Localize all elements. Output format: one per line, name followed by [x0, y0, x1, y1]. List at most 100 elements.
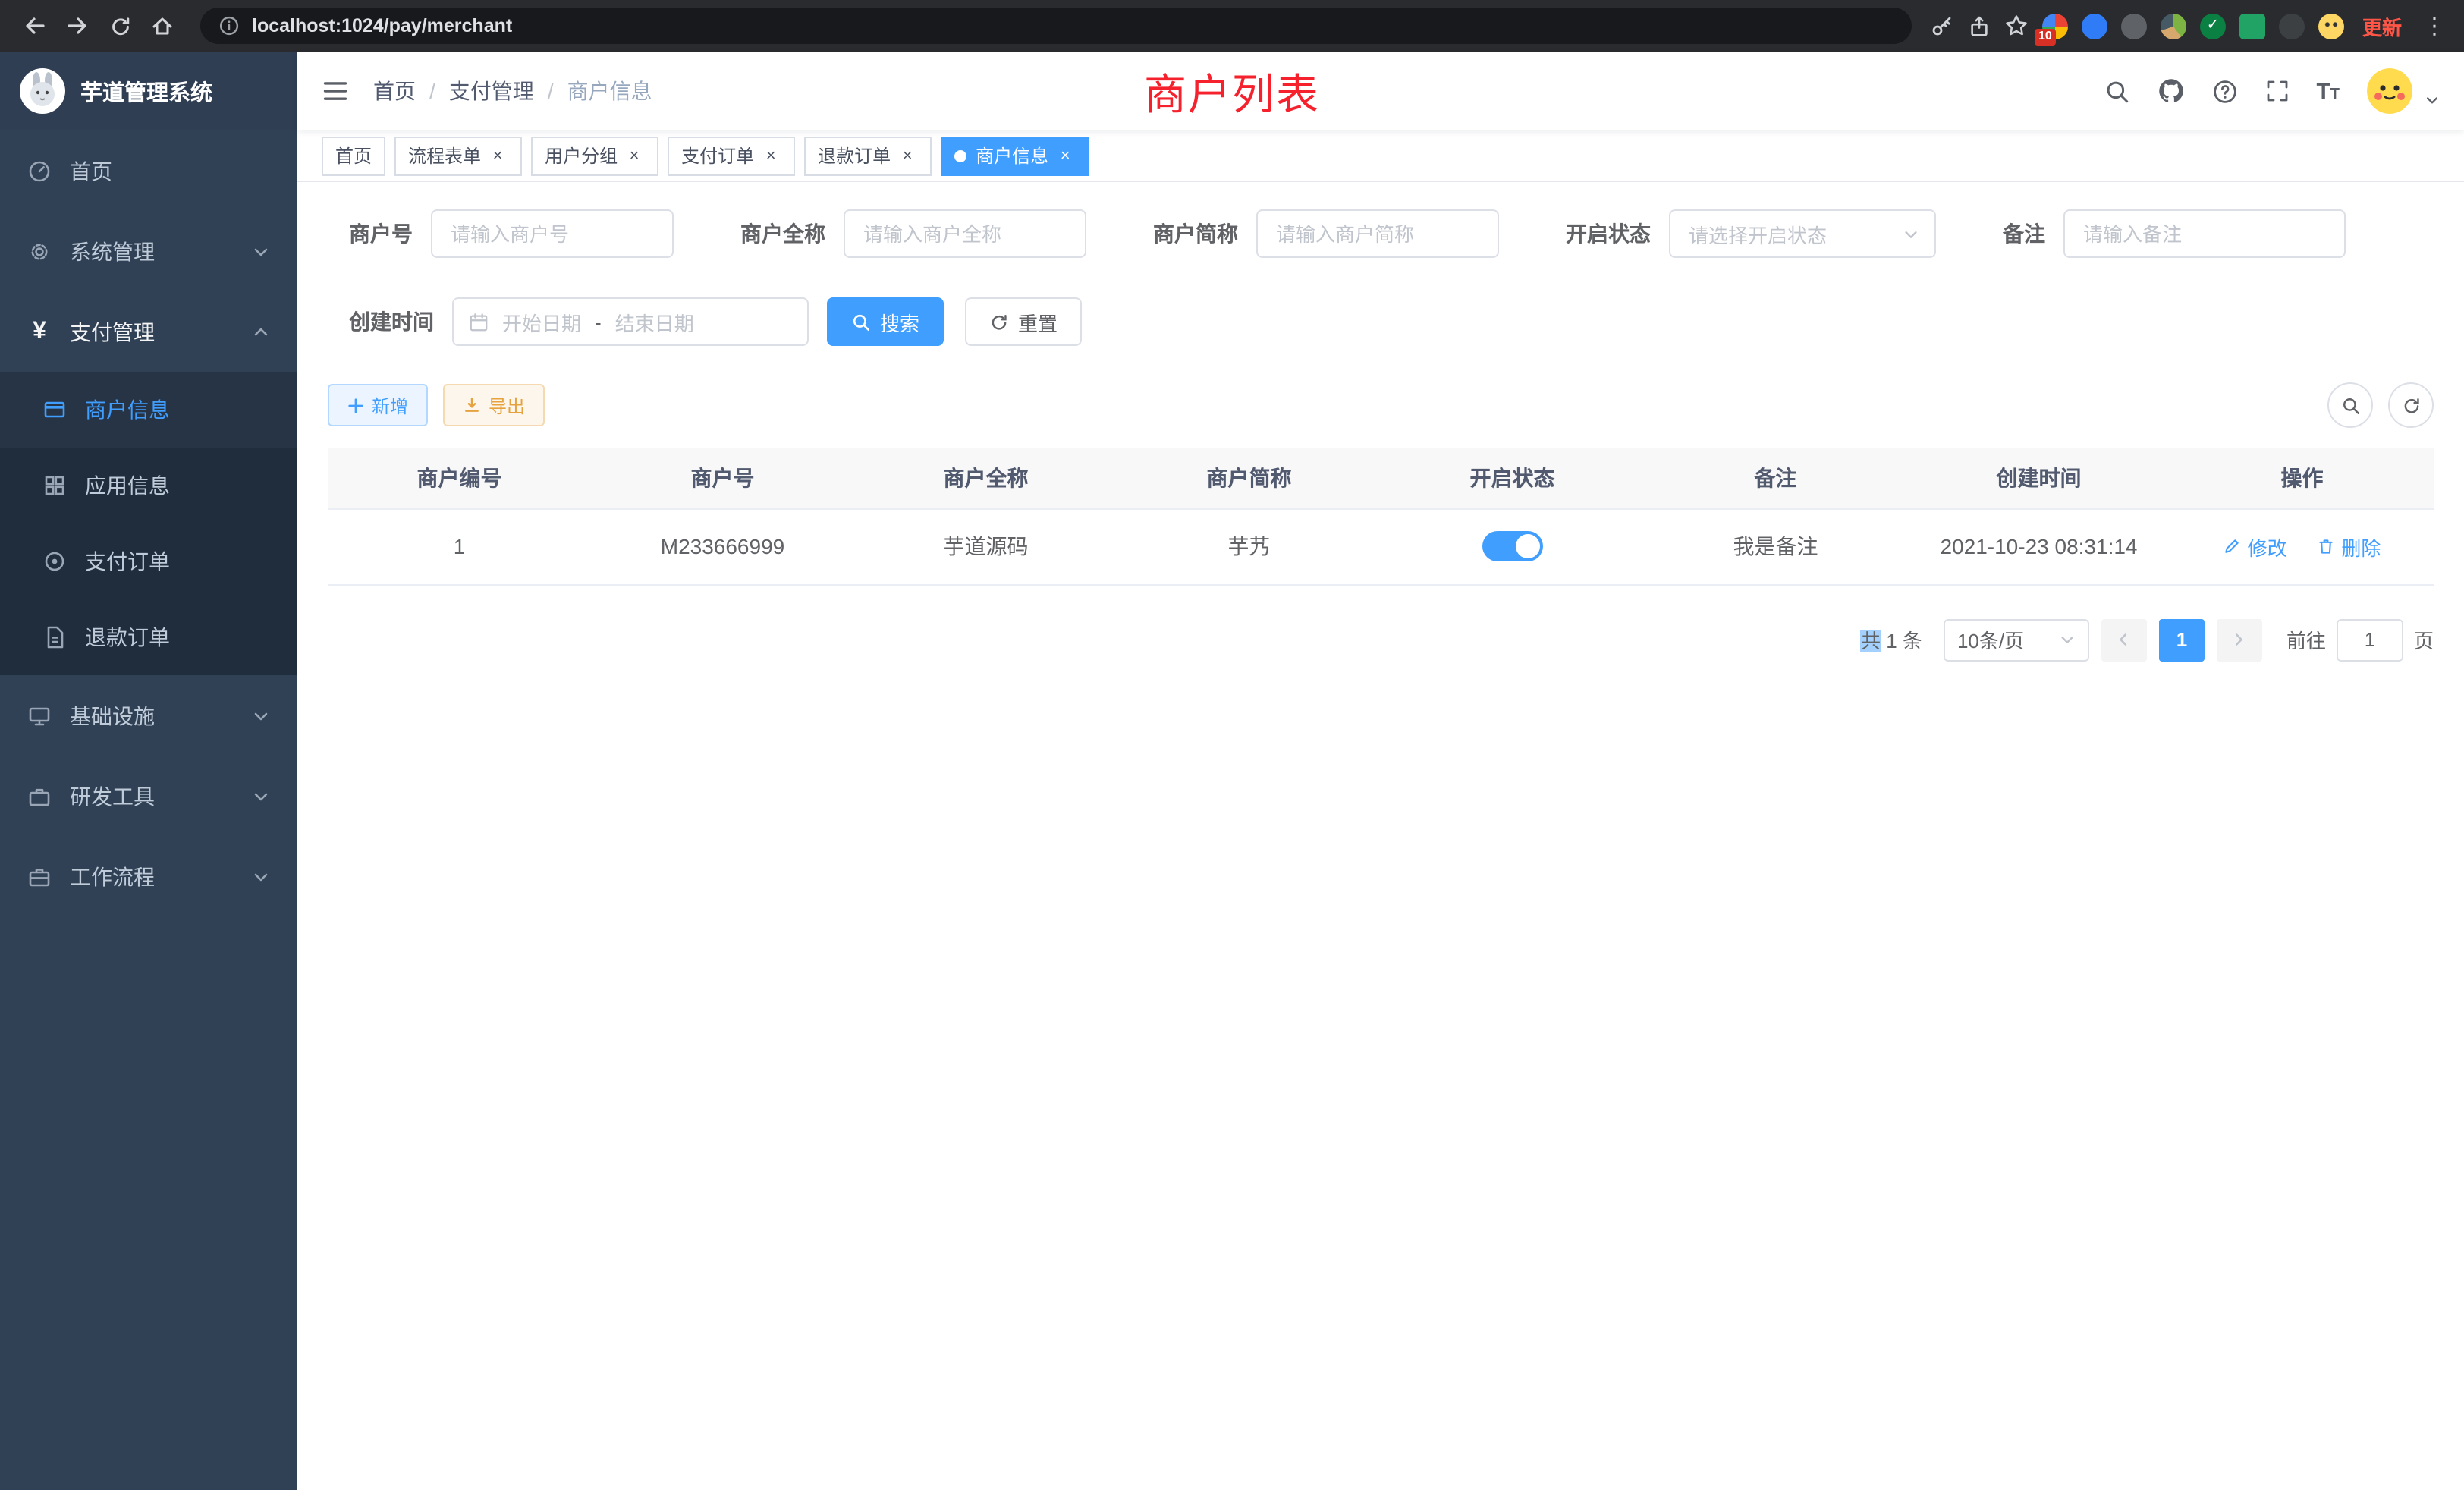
extension-icon-7[interactable] [2279, 13, 2305, 39]
extension-icon-4[interactable] [2161, 13, 2186, 39]
tab-process-form[interactable]: 流程表单× [394, 136, 522, 175]
share-icon[interactable] [1968, 14, 1991, 37]
sidebar-item-workflow[interactable]: 工作流程 [0, 836, 297, 916]
help-icon[interactable] [2211, 78, 2237, 104]
sidebar-item-system[interactable]: 系统管理 [0, 211, 297, 291]
back-button[interactable] [15, 6, 55, 46]
cell-remark: 我是备注 [1644, 508, 1907, 584]
close-icon[interactable]: × [624, 145, 645, 166]
credit-card-icon [42, 398, 67, 422]
page-size-select[interactable]: 10条/页 [1944, 618, 2089, 661]
status-select[interactable]: 请选择开启状态 [1669, 209, 1936, 258]
status-toggle[interactable] [1482, 531, 1543, 561]
close-icon[interactable]: × [760, 145, 781, 166]
chevron-down-icon [1903, 225, 1919, 242]
refresh-icon [2401, 395, 2421, 415]
extension-icon-2[interactable] [2082, 13, 2107, 39]
site-info-icon[interactable] [218, 15, 240, 36]
search-icon[interactable] [2104, 78, 2129, 104]
remark-input[interactable] [2063, 209, 2346, 258]
refresh-table-button[interactable] [2388, 382, 2434, 428]
search-button[interactable]: 搜索 [827, 297, 944, 346]
breadcrumb-pay[interactable]: 支付管理 [449, 76, 534, 106]
next-page-button[interactable] [2217, 618, 2262, 661]
search-icon [2340, 395, 2360, 415]
close-icon[interactable]: × [897, 145, 918, 166]
home-button[interactable] [143, 6, 182, 46]
delete-link[interactable]: 删除 [2317, 532, 2381, 561]
target-icon [42, 549, 67, 574]
reset-button[interactable]: 重置 [965, 297, 1082, 346]
extension-icon-5[interactable] [2200, 13, 2226, 39]
close-icon[interactable]: × [487, 145, 508, 166]
goto-page-input[interactable] [2337, 618, 2403, 661]
col-merchant-id: 商户编号 [328, 448, 591, 508]
password-key-icon[interactable] [1930, 14, 1954, 38]
tab-home[interactable]: 首页 [322, 136, 385, 175]
sidebar-subitem-refund-order[interactable]: 退款订单 [0, 599, 297, 675]
github-icon[interactable] [2157, 77, 2184, 105]
breadcrumb-home[interactable]: 首页 [373, 76, 416, 106]
edit-link[interactable]: 修改 [2224, 532, 2287, 561]
avatar-caret-icon[interactable] [2425, 93, 2440, 108]
font-size-icon[interactable]: TT [2316, 78, 2340, 104]
profile-avatar-icon[interactable] [2318, 13, 2344, 39]
full-name-input[interactable] [844, 209, 1086, 258]
tab-user-group[interactable]: 用户分组× [531, 136, 658, 175]
annotation-title: 商户列表 [1144, 62, 1320, 123]
hamburger-icon[interactable] [322, 77, 349, 105]
dashboard-icon [27, 159, 52, 183]
add-button[interactable]: 新增 [328, 384, 428, 426]
extension-icon-6[interactable] [2239, 13, 2265, 39]
chevron-down-icon [252, 787, 270, 805]
extension-icon-1[interactable]: 10 [2042, 13, 2068, 39]
user-avatar[interactable] [2367, 68, 2412, 114]
gear-icon [27, 239, 52, 263]
prev-page-button[interactable] [2101, 618, 2147, 661]
sidebar-subitem-app-info[interactable]: 应用信息 [0, 448, 297, 523]
sidebar-subitem-pay-order[interactable]: 支付订单 [0, 523, 297, 599]
breadcrumb-current: 商户信息 [567, 76, 652, 106]
fullscreen-icon[interactable] [2264, 79, 2289, 103]
sidebar-item-pay[interactable]: ¥ 支付管理 [0, 291, 297, 372]
filter-row-1: 商户号 商户全称 商户简称 开启状态 请选择开启状态 [349, 209, 2434, 258]
table-toolbar: 新增 导出 [328, 382, 2434, 428]
extension-icon-3[interactable] [2121, 13, 2147, 39]
toggle-search-button[interactable] [2327, 382, 2373, 428]
browser-toolbar: localhost:1024/pay/merchant 10 更新 ⋮ [0, 0, 2464, 52]
browser-update-button[interactable]: 更新 [2362, 11, 2402, 40]
sidebar-subitem-merchant-info[interactable]: 商户信息 [0, 372, 297, 448]
tab-refund-order[interactable]: 退款订单× [804, 136, 932, 175]
export-button[interactable]: 导出 [443, 384, 545, 426]
forward-button[interactable] [58, 6, 97, 46]
pagination-total: 共 1 条 [1861, 625, 1922, 654]
calendar-icon [469, 312, 489, 332]
reload-button[interactable] [100, 6, 140, 46]
app-logo[interactable]: 芋道管理系统 [0, 52, 297, 130]
sidebar-item-home[interactable]: 首页 [0, 130, 297, 211]
start-date-placeholder: 开始日期 [502, 307, 581, 336]
merchant-no-input[interactable] [431, 209, 674, 258]
create-time-label: 创建时间 [349, 306, 434, 337]
status-label: 开启状态 [1566, 218, 1651, 249]
sidebar-item-dev-tools[interactable]: 研发工具 [0, 756, 297, 836]
cell-short-name: 芋艿 [1117, 508, 1381, 584]
monitor-icon [27, 703, 52, 728]
extension-badge: 10 [2035, 28, 2056, 45]
filter-row-2: 创建时间 开始日期 - 结束日期 搜索 [349, 297, 2434, 346]
sidebar-item-infrastructure[interactable]: 基础设施 [0, 675, 297, 756]
document-icon [42, 625, 67, 649]
full-name-label: 商户全称 [740, 218, 825, 249]
refresh-icon [989, 312, 1009, 332]
page-number-current[interactable]: 1 [2159, 618, 2205, 661]
short-name-input[interactable] [1256, 209, 1499, 258]
cell-full-name: 芋道源码 [854, 508, 1117, 584]
close-icon[interactable]: × [1054, 145, 1076, 166]
date-range-picker[interactable]: 开始日期 - 结束日期 [452, 297, 809, 346]
navbar-actions: TT [2104, 68, 2440, 114]
address-bar[interactable]: localhost:1024/pay/merchant [200, 8, 1912, 44]
tab-pay-order[interactable]: 支付订单× [668, 136, 795, 175]
tab-merchant-info[interactable]: 商户信息× [941, 136, 1089, 175]
bookmark-star-icon[interactable] [2004, 14, 2029, 38]
browser-menu-icon[interactable]: ⋮ [2420, 12, 2449, 39]
